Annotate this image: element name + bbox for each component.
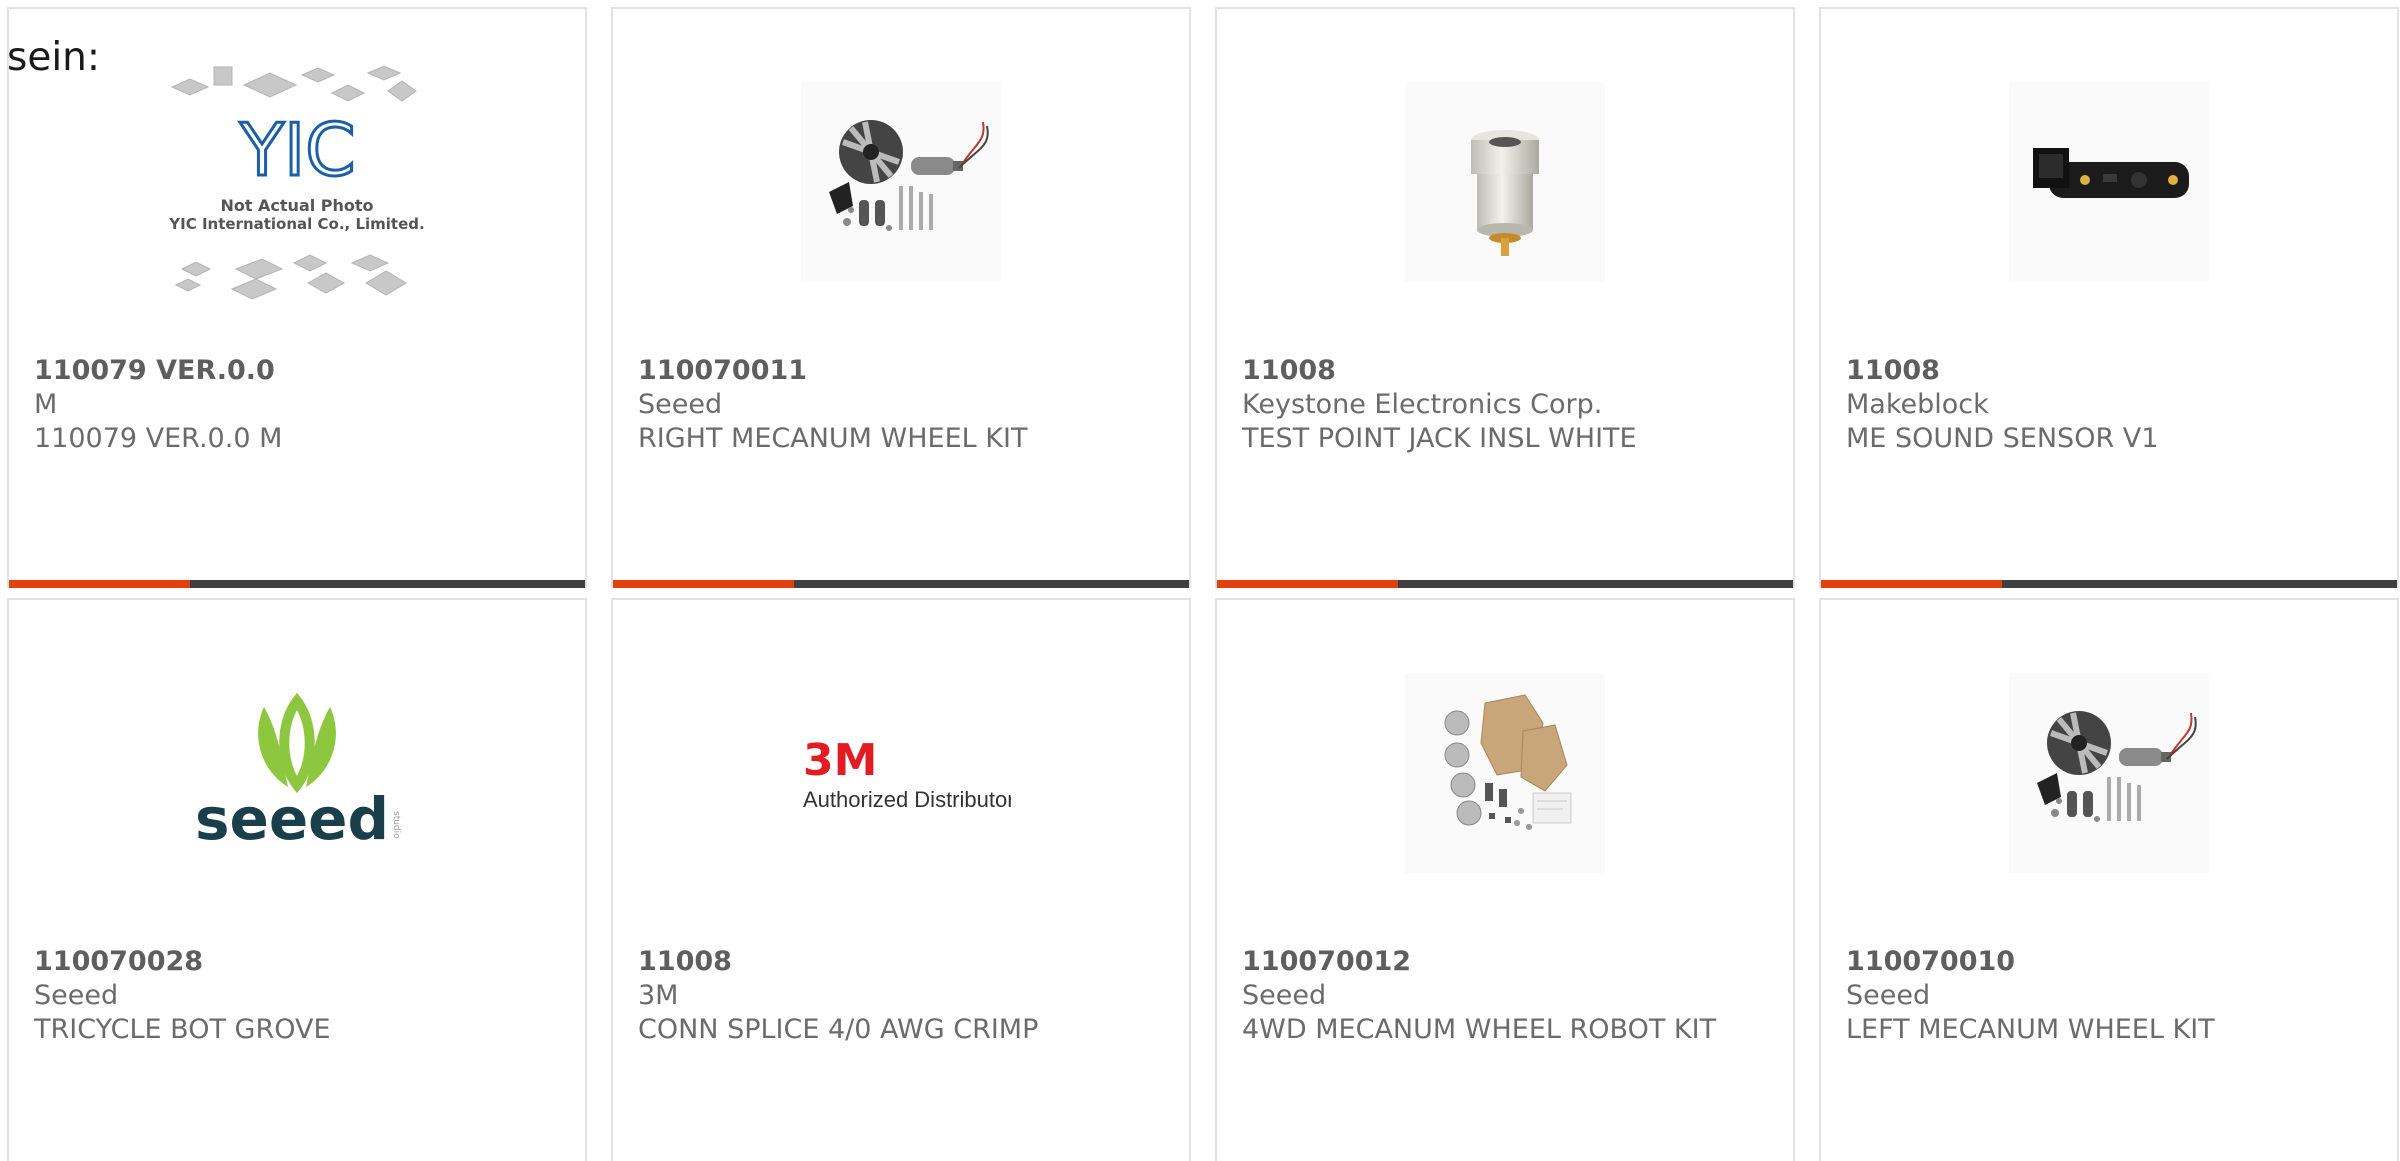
product-image[interactable]: [613, 79, 1189, 284]
manufacturer: Makeblock: [1846, 389, 1989, 420]
card-bottom-bar: [9, 580, 585, 588]
product-info: 110079 VER.0.0 M 110079 VER.0.0 M: [34, 354, 534, 456]
description: CONN SPLICE 4/0 AWG CRIMP: [638, 1014, 1039, 1045]
product-card[interactable]: 110070012 Seeed 4WD MECANUM WHEEL ROBOT …: [1215, 598, 1795, 1161]
manufacturer: M: [34, 389, 58, 420]
card-bar-accent: [1217, 580, 1399, 588]
product-card[interactable]: 110070011 Seeed RIGHT MECANUM WHEEL KIT: [611, 7, 1191, 588]
product-card[interactable]: 110070010 Seeed LEFT MECANUM WHEEL KIT: [1819, 598, 2399, 1161]
description: RIGHT MECANUM WHEEL KIT: [638, 423, 1028, 454]
product-card[interactable]: seeed studio 110070028 Seeed TRICYCLE BO…: [7, 598, 587, 1161]
svg-text:seeed: seeed: [195, 785, 389, 853]
product-image[interactable]: [1217, 79, 1793, 284]
product-card[interactable]: 11008 Makeblock ME SOUND SENSOR V1: [1819, 7, 2399, 588]
svg-text:Authorized Distributor: Authorized Distributor: [803, 787, 1011, 812]
card-bar-accent: [9, 580, 191, 588]
manufacturer: Seeed: [1242, 980, 1327, 1011]
product-image[interactable]: [1821, 670, 2397, 875]
test-point-jack-image: [1405, 81, 1605, 282]
product-card[interactable]: 11008 Keystone Electronics Corp. TEST PO…: [1215, 7, 1795, 588]
part-number[interactable]: 110070028: [34, 945, 534, 979]
seeed-logo-image: seeed studio: [195, 692, 401, 853]
card-bottom-bar: [613, 580, 1189, 588]
description: 110079 VER.0.0 M: [34, 423, 283, 454]
product-image[interactable]: YIC Not Actual Photo YIC International C…: [9, 64, 585, 300]
part-number[interactable]: 11008: [638, 945, 1138, 979]
card-bar-accent: [1821, 580, 2003, 588]
mecanum-wheel-kit-image: [2009, 672, 2209, 873]
product-grid: YIC Not Actual Photo YIC International C…: [7, 7, 2399, 1161]
product-image[interactable]: [1217, 670, 1793, 875]
svg-text:Not Actual Photo: Not Actual Photo: [220, 196, 373, 215]
product-card[interactable]: YIC Not Actual Photo YIC International C…: [7, 7, 587, 588]
part-number[interactable]: 110079 VER.0.0: [34, 354, 534, 388]
description: ME SOUND SENSOR V1: [1846, 423, 2159, 454]
part-number[interactable]: 110070010: [1846, 945, 2346, 979]
description: TRICYCLE BOT GROVE: [34, 1014, 331, 1045]
manufacturer: 3M: [638, 980, 679, 1011]
product-info: 110070028 Seeed TRICYCLE BOT GROVE: [34, 945, 534, 1047]
svg-text:3M: 3M: [803, 735, 877, 786]
product-image[interactable]: [1821, 79, 2397, 284]
product-info: 11008 3M CONN SPLICE 4/0 AWG CRIMP: [638, 945, 1138, 1047]
part-number[interactable]: 11008: [1242, 354, 1742, 388]
card-bottom-bar: [1821, 580, 2397, 588]
yic-placeholder-image: YIC Not Actual Photo YIC International C…: [168, 64, 425, 300]
product-info: 110070010 Seeed LEFT MECANUM WHEEL KIT: [1846, 945, 2346, 1047]
card-bottom-bar: [1217, 580, 1793, 588]
part-number[interactable]: 11008: [1846, 354, 2346, 388]
product-info: 11008 Makeblock ME SOUND SENSOR V1: [1846, 354, 2346, 456]
description: 4WD MECANUM WHEEL ROBOT KIT: [1242, 1014, 1717, 1045]
robot-kit-parts-image: [1405, 672, 1605, 873]
product-info: 110070011 Seeed RIGHT MECANUM WHEEL KIT: [638, 354, 1138, 456]
manufacturer: Seeed: [1846, 980, 1931, 1011]
svg-text:YIC: YIC: [239, 108, 356, 192]
part-number[interactable]: 110070011: [638, 354, 1138, 388]
part-number[interactable]: 110070012: [1242, 945, 1742, 979]
page: sein: YIC Not Actual Photo YIC Internati…: [0, 0, 2400, 1161]
product-image[interactable]: 3M Authorized Distributor: [613, 670, 1189, 875]
manufacturer: Seeed: [34, 980, 119, 1011]
sound-sensor-image: [2009, 81, 2209, 282]
description: LEFT MECANUM WHEEL KIT: [1846, 1014, 2215, 1045]
section-heading: sein:: [7, 35, 101, 80]
product-info: 110070012 Seeed 4WD MECANUM WHEEL ROBOT …: [1242, 945, 1742, 1047]
product-image[interactable]: seeed studio: [9, 670, 585, 875]
card-bar-accent: [613, 580, 795, 588]
svg-text:studio: studio: [391, 811, 401, 839]
product-card[interactable]: 3M Authorized Distributor 11008 3M CONN …: [611, 598, 1191, 1161]
manufacturer: Seeed: [638, 389, 723, 420]
3m-distributor-image: 3M Authorized Distributor: [803, 735, 1011, 812]
product-info: 11008 Keystone Electronics Corp. TEST PO…: [1242, 354, 1742, 456]
description: TEST POINT JACK INSL WHITE: [1242, 423, 1637, 454]
svg-text:YIC International Co., Limited: YIC International Co., Limited.: [168, 215, 424, 233]
mecanum-wheel-kit-image: [801, 81, 1001, 282]
manufacturer: Keystone Electronics Corp.: [1242, 389, 1603, 420]
